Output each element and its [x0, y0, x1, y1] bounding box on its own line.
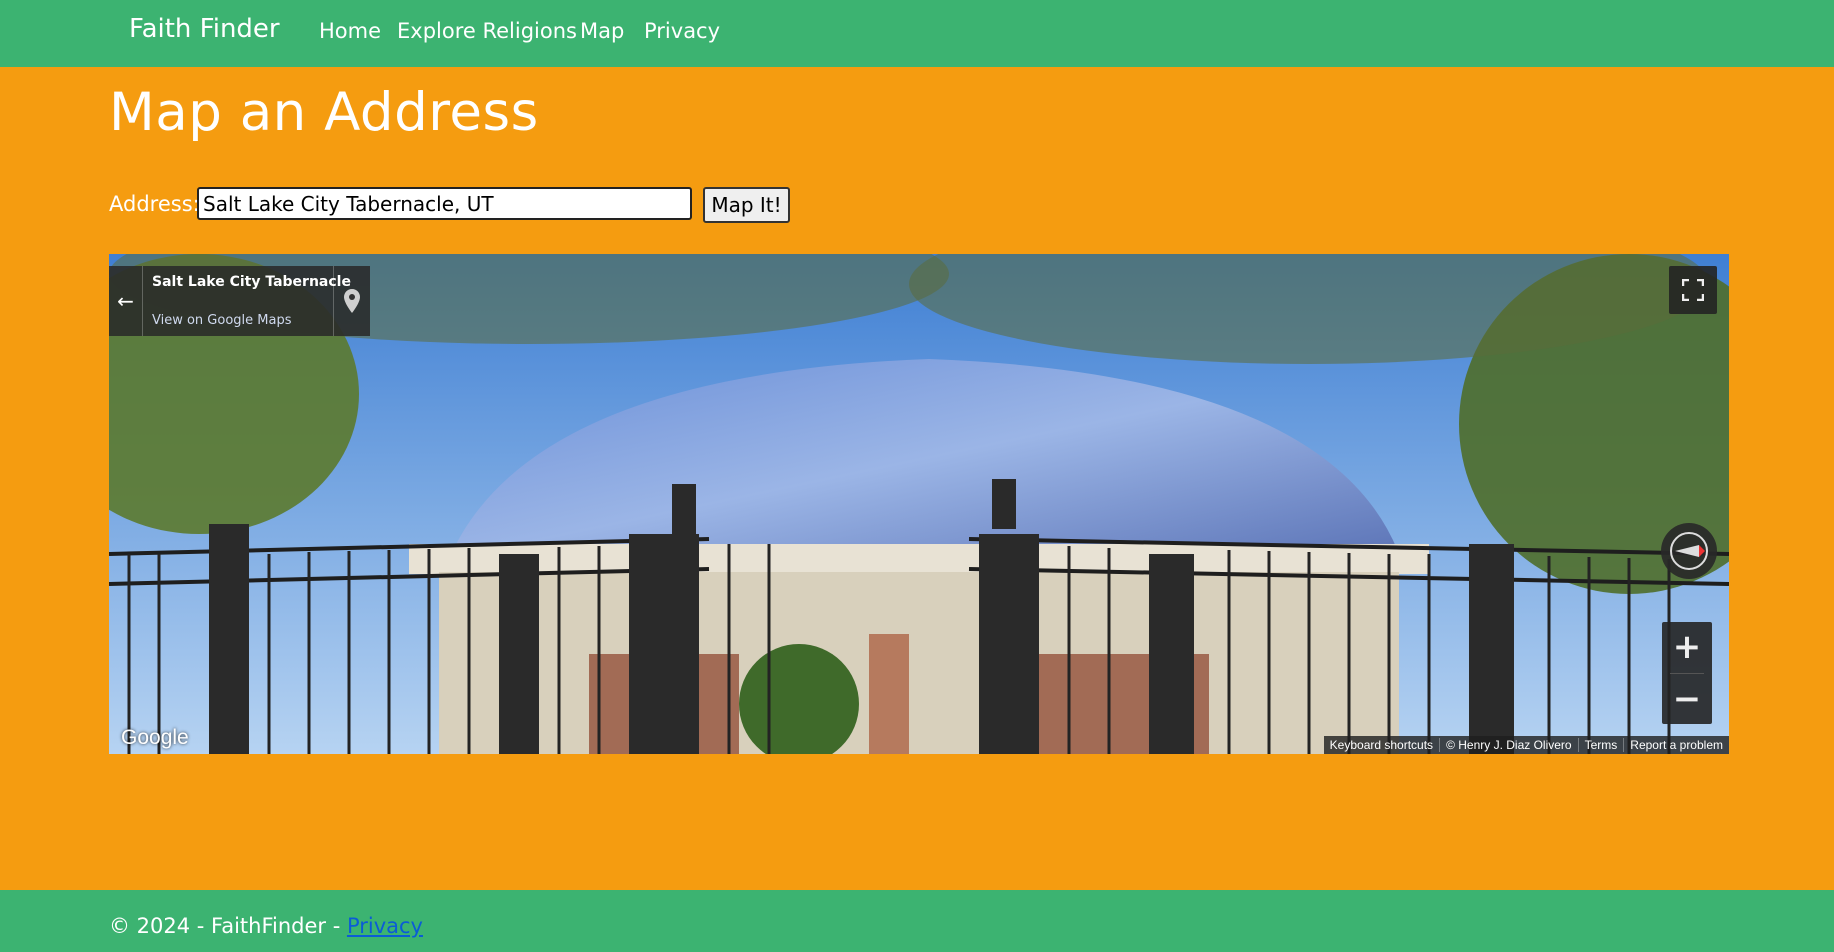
- brand-logo[interactable]: Faith Finder: [129, 14, 280, 44]
- map-it-button[interactable]: Map It!: [703, 187, 790, 223]
- navbar: Faith Finder Home Explore Religions Map …: [0, 0, 1834, 67]
- address-label: Address:: [109, 192, 200, 216]
- view-on-google-maps-link[interactable]: View on Google Maps: [152, 313, 292, 328]
- page-title: Map an Address: [109, 82, 539, 143]
- address-input[interactable]: [197, 187, 692, 220]
- footer-copyright: © 2024 - FaithFinder -: [109, 914, 347, 938]
- photo-credit: © Henry J. Diaz Olivero: [1440, 738, 1579, 752]
- map-pin-icon[interactable]: [333, 266, 370, 336]
- zoom-controls: + −: [1662, 622, 1712, 724]
- keyboard-shortcuts-link[interactable]: Keyboard shortcuts: [1324, 738, 1441, 752]
- terms-link[interactable]: Terms: [1579, 738, 1625, 752]
- fullscreen-icon[interactable]: [1669, 266, 1717, 314]
- map-attribution-bar: Keyboard shortcuts © Henry J. Diaz Olive…: [1323, 736, 1729, 754]
- zoom-out-button[interactable]: −: [1662, 674, 1712, 724]
- footer-privacy-link[interactable]: Privacy: [347, 914, 423, 938]
- nav-link-privacy[interactable]: Privacy: [644, 19, 720, 43]
- google-logo: Google: [121, 726, 189, 749]
- compass-icon[interactable]: [1661, 523, 1717, 579]
- street-view-map[interactable]: ← Salt Lake City Tabernacle View on Goog…: [109, 254, 1729, 754]
- nav-link-explore-religions[interactable]: Explore Religions: [397, 19, 577, 43]
- zoom-in-button[interactable]: +: [1662, 622, 1712, 672]
- nav-link-map[interactable]: Map: [580, 19, 624, 43]
- nav-link-home[interactable]: Home: [319, 19, 381, 43]
- report-problem-link[interactable]: Report a problem: [1624, 738, 1729, 752]
- footer-text: © 2024 - FaithFinder - Privacy: [109, 914, 423, 938]
- place-info-card: ← Salt Lake City Tabernacle View on Goog…: [109, 266, 370, 336]
- back-arrow-icon[interactable]: ←: [109, 266, 143, 336]
- footer: © 2024 - FaithFinder - Privacy: [0, 890, 1834, 952]
- place-title: Salt Lake City Tabernacle: [152, 274, 351, 290]
